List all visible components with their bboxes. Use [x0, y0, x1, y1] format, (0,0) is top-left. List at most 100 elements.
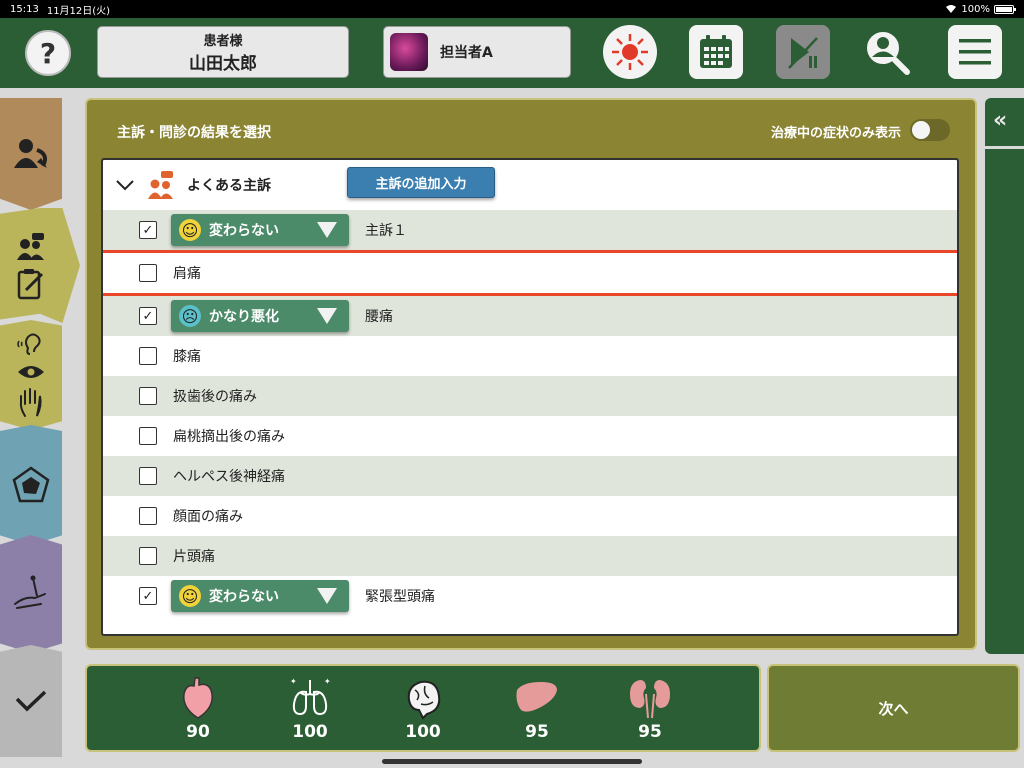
list-item[interactable]: ✓ ☹ かなり悪化 腰痛: [103, 296, 957, 336]
tab-senses[interactable]: [0, 320, 62, 430]
organ-value: 95: [525, 722, 549, 742]
status-dropdown[interactable]: ☺ 変わらない: [171, 580, 349, 612]
laser-button[interactable]: [603, 25, 657, 79]
search-patient-button[interactable]: [860, 25, 914, 79]
smile-face-icon: ☺: [179, 219, 201, 241]
row-label: 扱歯後の痛み: [173, 389, 257, 405]
clipboard-edit-icon: [17, 268, 44, 299]
search-user-icon: [865, 30, 910, 75]
patient-label: 患者様: [203, 34, 243, 49]
patient-selector[interactable]: 患者様 山田太郎: [97, 26, 349, 78]
user-transfer-icon: [14, 139, 47, 168]
row-checkbox[interactable]: ✓: [139, 307, 157, 325]
complaint-list: よくある主訴 主訴の追加入力 ✓ ☺ 変わらない 主訴１ 肩痛 ✓ ☹ かなり悪…: [101, 158, 959, 636]
status-date: 11月12日(火): [46, 5, 111, 17]
organ-value: 95: [638, 722, 662, 742]
calendar-button[interactable]: [689, 25, 743, 79]
row-label: ヘルペス後神経痛: [173, 469, 285, 485]
side-panel: «: [985, 98, 1024, 654]
list-item[interactable]: ✓ ☺ 変わらない 緊張型頭痛: [103, 576, 957, 616]
liver-icon: [516, 682, 557, 712]
help-button[interactable]: ?: [25, 30, 71, 76]
row-label: 膝痛: [173, 349, 201, 365]
list-item[interactable]: 顔面の痛み: [103, 496, 957, 536]
list-item[interactable]: ヘルペス後神経痛: [103, 456, 957, 496]
row-label: 腰痛: [365, 309, 393, 325]
row-label: 緊張型頭痛: [365, 589, 435, 605]
add-complaint-button[interactable]: 主訴の追加入力: [347, 167, 495, 198]
play-pause-icon: [788, 37, 818, 69]
wifi-icon: [946, 5, 957, 13]
row-checkbox[interactable]: [139, 387, 157, 405]
next-button[interactable]: 次へ: [767, 664, 1020, 752]
play-pause-button[interactable]: [776, 25, 830, 79]
svg-text:✦: ✦: [290, 677, 297, 686]
status-dropdown[interactable]: ☹ かなり悪化: [171, 300, 349, 332]
row-checkbox[interactable]: [139, 264, 157, 282]
status-dropdown[interactable]: ☺ 変わらない: [171, 214, 349, 246]
status-text: 変わらない: [209, 589, 279, 605]
dropdown-caret-icon: [317, 588, 337, 604]
home-indicator[interactable]: [382, 759, 642, 764]
row-checkbox[interactable]: [139, 467, 157, 485]
battery-icon: [994, 4, 1016, 14]
row-label: 主訴１: [365, 223, 407, 239]
chat-users-icon: [17, 232, 44, 260]
row-checkbox[interactable]: [139, 347, 157, 365]
pentagon-chart-icon: [12, 466, 50, 503]
hamburger-icon: [959, 39, 991, 65]
staff-selector[interactable]: 担当者A: [383, 26, 571, 78]
row-label: 顔面の痛み: [173, 509, 243, 525]
status-bar: 15:13 11月12日(火) 100%: [0, 0, 1024, 18]
tab-confirm[interactable]: [0, 645, 62, 757]
list-item-selected[interactable]: 肩痛: [103, 250, 957, 296]
tab-treatment[interactable]: [0, 535, 62, 653]
list-item[interactable]: ✓ ☺ 変わらない 主訴１: [103, 210, 957, 250]
row-checkbox[interactable]: ✓: [139, 221, 157, 239]
in-treatment-toggle[interactable]: [910, 119, 950, 141]
list-item[interactable]: 膝痛: [103, 336, 957, 376]
organ-value: 100: [292, 722, 328, 742]
battery-fill: [996, 6, 1012, 12]
row-label: 肩痛: [173, 266, 201, 282]
ear-icon: [17, 333, 41, 355]
hand-icon: [19, 388, 42, 417]
organ-status-panel: 90 ✦ ✦ 100 100 95 95: [85, 664, 761, 752]
list-item[interactable]: 扱歯後の痛み: [103, 376, 957, 416]
calendar-icon: [700, 35, 732, 68]
row-checkbox[interactable]: [139, 507, 157, 525]
kidneys-icon: [630, 680, 670, 719]
dropdown-caret-icon: [317, 308, 337, 324]
organ-value: 90: [186, 722, 210, 742]
status-right: 100%: [945, 3, 1016, 15]
list-item[interactable]: 片頭痛: [103, 536, 957, 576]
users-chat-icon: [148, 171, 173, 199]
organ-kidneys: 95: [615, 676, 685, 742]
acupuncture-hand-icon: [14, 575, 46, 609]
brain-icon: [407, 680, 441, 720]
tab-radar-chart[interactable]: [0, 425, 62, 545]
list-item[interactable]: 扁桃摘出後の痛み: [103, 416, 957, 456]
tab-patient-transfer[interactable]: [0, 98, 62, 210]
dropdown-caret-icon: [317, 222, 337, 238]
group-title: よくある主訴: [187, 178, 271, 194]
patient-name: 山田太郎: [189, 54, 257, 74]
chevron-down-icon[interactable]: [115, 178, 135, 192]
status-text: 変わらない: [209, 223, 279, 239]
eye-icon: [18, 366, 44, 378]
row-checkbox[interactable]: [139, 547, 157, 565]
expand-panel-button[interactable]: «: [993, 108, 1007, 133]
organ-liver: 95: [502, 676, 572, 742]
staff-name: 担当者A: [440, 45, 493, 61]
battery-percent: 100%: [961, 3, 990, 15]
heart-icon: [183, 677, 213, 719]
row-checkbox[interactable]: [139, 427, 157, 445]
toggle-knob: [912, 121, 930, 139]
complaint-panel: 主訴・問診の結果を選択 治療中の症状のみ表示 よくある主訴 主訴の追加入力 ✓ …: [85, 98, 977, 650]
sad-face-icon: ☹: [179, 305, 201, 327]
row-label: 片頭痛: [173, 549, 215, 565]
organ-brain: 100: [388, 676, 458, 742]
row-checkbox[interactable]: ✓: [139, 587, 157, 605]
menu-button[interactable]: [948, 25, 1002, 79]
tab-complaints[interactable]: [0, 208, 80, 323]
